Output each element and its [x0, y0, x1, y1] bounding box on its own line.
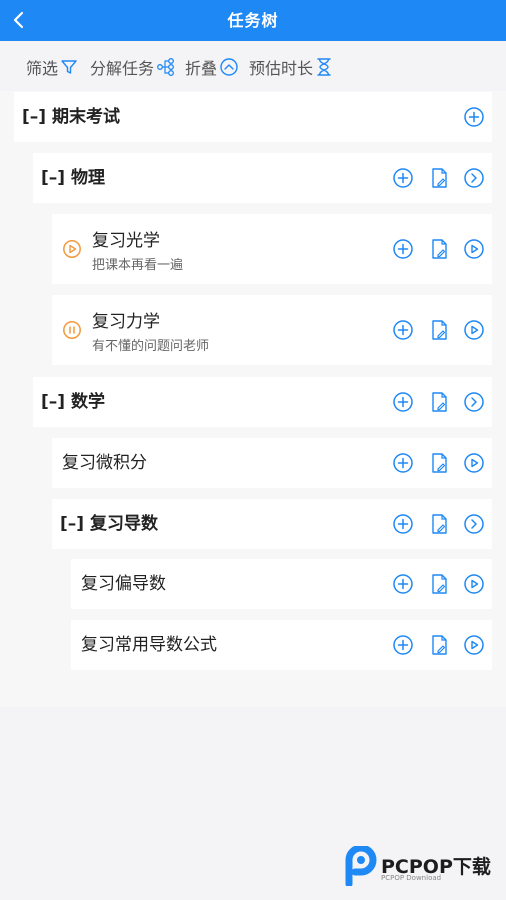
play-status-icon — [63, 240, 81, 258]
add-circle-icon[interactable] — [392, 452, 414, 474]
chevron-right-circle-icon[interactable] — [463, 513, 485, 535]
node-label: [–] 复习导数 — [60, 514, 158, 534]
edit-note-icon[interactable] — [428, 319, 450, 341]
add-circle-icon[interactable] — [392, 238, 414, 260]
node-label: [–] 期末考试 — [22, 107, 120, 127]
chevron-up-circle-icon — [220, 58, 238, 76]
top-bar: 任务树 — [0, 0, 506, 41]
node-label: [–] 数学 — [41, 392, 105, 412]
edit-note-icon[interactable] — [428, 238, 450, 260]
node-label: 复习微积分 — [62, 453, 147, 473]
add-circle-icon[interactable] — [392, 391, 414, 413]
tree-node-math[interactable]: [–] 数学 — [33, 377, 492, 427]
decompose-label: 分解任务 — [90, 59, 155, 78]
tree-node-calculus[interactable]: 复习微积分 — [52, 438, 492, 488]
play-circle-icon[interactable] — [463, 634, 485, 656]
hourglass-icon — [317, 58, 331, 76]
add-circle-icon[interactable] — [392, 167, 414, 189]
tree-node-physics[interactable]: [–] 物理 — [33, 153, 492, 203]
node-label: 复习偏导数 — [81, 574, 166, 594]
collapse-label: 折叠 — [185, 59, 218, 78]
edit-note-icon[interactable] — [428, 573, 450, 595]
watermark-sub: PCPOP Download — [381, 874, 442, 882]
edit-note-icon[interactable] — [428, 391, 450, 413]
decompose-task-button[interactable]: 分解任务 — [90, 55, 176, 79]
add-circle-icon[interactable] — [392, 634, 414, 656]
node-label: 复习常用导数公式 — [81, 635, 217, 655]
add-circle-icon[interactable] — [463, 106, 485, 128]
filter-button[interactable]: 筛选 — [26, 55, 78, 79]
filter-icon — [61, 60, 77, 74]
tree-structure-icon — [157, 58, 174, 76]
collapse-button[interactable]: 折叠 — [185, 55, 239, 79]
add-circle-icon[interactable] — [392, 319, 414, 341]
toolbar: 筛选 分解任务 折叠 预估时长 — [0, 41, 506, 91]
pcpop-logo-icon — [345, 846, 377, 886]
node-note: 把课本再看一遍 — [92, 258, 184, 273]
tree-node-mechanics[interactable]: 复习力学 有不懂的问题问老师 — [52, 295, 492, 365]
watermark: PCPOP下载 PCPOP Download — [343, 846, 503, 886]
filter-label: 筛选 — [26, 59, 59, 78]
edit-note-icon[interactable] — [428, 634, 450, 656]
tree-node-root[interactable]: [–] 期末考试 — [14, 92, 492, 142]
tree-node-derivative-formulas[interactable]: 复习常用导数公式 — [71, 620, 492, 670]
tree-node-optics[interactable]: 复习光学 把课本再看一遍 — [52, 214, 492, 284]
edit-note-icon[interactable] — [428, 452, 450, 474]
node-title: 复习力学 — [92, 312, 160, 332]
edit-note-icon[interactable] — [428, 513, 450, 535]
edit-note-icon[interactable] — [428, 167, 450, 189]
chevron-right-circle-icon[interactable] — [463, 391, 485, 413]
pause-status-icon — [63, 321, 81, 339]
play-circle-icon[interactable] — [463, 238, 485, 260]
node-label: [–] 物理 — [41, 168, 105, 188]
estimate-label: 预估时长 — [249, 59, 314, 78]
node-note: 有不懂的问题问老师 — [92, 339, 210, 354]
chevron-right-circle-icon[interactable] — [463, 167, 485, 189]
add-circle-icon[interactable] — [392, 573, 414, 595]
play-circle-icon[interactable] — [463, 319, 485, 341]
tree-node-partial-derivative[interactable]: 复习偏导数 — [71, 559, 492, 609]
tree-node-derivative[interactable]: [–] 复习导数 — [52, 499, 492, 549]
node-title: 复习光学 — [92, 231, 160, 251]
add-circle-icon[interactable] — [392, 513, 414, 535]
page-title: 任务树 — [227, 11, 279, 30]
play-circle-icon[interactable] — [463, 452, 485, 474]
play-circle-icon[interactable] — [463, 573, 485, 595]
estimate-duration-button[interactable]: 预估时长 — [249, 55, 333, 79]
